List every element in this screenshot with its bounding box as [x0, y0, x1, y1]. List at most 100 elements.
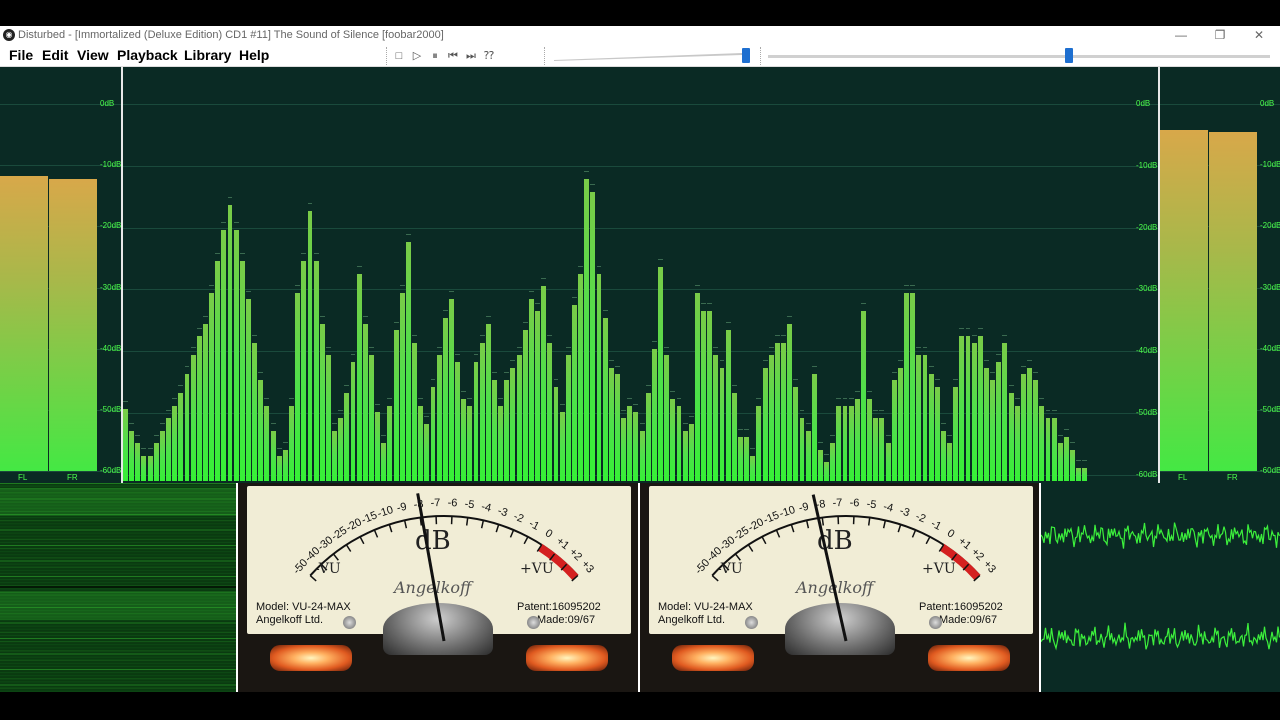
spectrum-bar	[172, 405, 178, 481]
spectrum-peak	[916, 347, 922, 349]
spectrum-bar	[129, 430, 135, 481]
spectrum-peak	[694, 284, 700, 286]
spectrogram-row	[0, 650, 236, 652]
spectrum-peak	[246, 290, 251, 292]
spectrogram-canvas	[0, 483, 236, 692]
spectrum-peak	[1014, 397, 1020, 399]
volume-thumb[interactable]	[742, 48, 750, 63]
spectrum-peak	[528, 290, 534, 292]
spectrogram-row	[0, 582, 236, 584]
spectrum-peak	[282, 441, 288, 443]
pause-icon[interactable]: ⏸	[428, 49, 442, 63]
peak-meter-right: 0dB -10dB -20dB -30dB -40dB -50dB -60dB FL FR	[1160, 67, 1280, 483]
spectrum-bar	[1057, 443, 1063, 481]
minimize-button[interactable]: —	[1166, 27, 1196, 44]
close-button[interactable]: ✕	[1244, 27, 1274, 44]
spectrum-bar	[553, 386, 559, 481]
spectrum-bar	[990, 380, 996, 481]
spectrum-bar	[688, 424, 694, 481]
volume-slider[interactable]	[552, 45, 752, 66]
db-label: -60dB	[1260, 466, 1280, 475]
spectrum-bar	[910, 292, 916, 481]
spectrum-peak	[1039, 397, 1045, 399]
spectrum-peak	[762, 359, 768, 361]
play-icon[interactable]: ▷	[410, 49, 424, 63]
spectrum-bar	[885, 443, 891, 481]
spectrum-peak	[830, 435, 836, 437]
previous-icon[interactable]: ⏮	[446, 49, 460, 63]
channel-label: FR	[67, 473, 78, 482]
spectrum-peak	[928, 366, 934, 368]
spectrum-peak	[873, 410, 879, 412]
spectrogram-row	[0, 563, 236, 565]
spectrum-bar	[252, 342, 258, 481]
db-label: 0dB	[1136, 99, 1151, 108]
spectrum-peak	[676, 397, 682, 399]
spectrogram-row	[0, 638, 236, 639]
spectrum-bar	[1045, 418, 1051, 481]
spectrum-bar	[602, 317, 608, 481]
spectrum-bar	[584, 179, 590, 481]
menu-view[interactable]: View	[77, 47, 109, 63]
channel-level-bar	[1160, 129, 1208, 471]
spectrum-peak	[645, 385, 651, 387]
spectrum-bar	[184, 374, 190, 481]
db-label: 0dB	[1260, 99, 1275, 108]
db-label: -50dB	[1136, 407, 1158, 417]
spectrum-bar	[799, 418, 805, 481]
spectrum-peak	[1033, 372, 1039, 374]
channel-level-bar	[49, 179, 97, 471]
spectrum-peak	[559, 403, 565, 405]
spectrum-bar	[461, 399, 467, 481]
spectrum-bar	[510, 367, 516, 481]
waveform-trace	[1040, 622, 1280, 651]
spectrum-bar	[227, 204, 233, 481]
spectrum-peak	[338, 410, 344, 412]
db-label: -60dB	[1136, 469, 1158, 479]
stop-icon[interactable]: □	[392, 49, 406, 63]
seek-bar[interactable]	[768, 45, 1270, 66]
spectrum-peak	[959, 328, 965, 330]
spectrogram-row	[0, 628, 236, 630]
spectrum-bar	[559, 411, 565, 481]
spectrum-peak	[381, 435, 387, 437]
spectrogram-row	[0, 572, 236, 574]
random-icon[interactable]: ⁇	[482, 49, 496, 63]
menu-file[interactable]: File	[9, 47, 33, 63]
spectrum-peak	[584, 171, 590, 173]
spectrogram-row	[0, 569, 236, 571]
db-label: -10dB	[100, 160, 121, 170]
spectrum-bar	[879, 418, 885, 481]
menu-library[interactable]: Library	[184, 47, 231, 63]
spectrum-peak	[289, 397, 294, 399]
menu-edit[interactable]: Edit	[42, 47, 68, 63]
spectrum-peak	[996, 353, 1002, 355]
menu-help[interactable]: Help	[239, 47, 269, 63]
maximize-button[interactable]: ❐	[1205, 27, 1235, 44]
spectrogram-row	[0, 520, 236, 522]
spectrum-peak	[891, 372, 897, 374]
spectrum-peak	[375, 403, 381, 405]
spectrum-bar	[1051, 418, 1057, 481]
spectrum-bar	[768, 355, 774, 481]
spectrum-bar	[725, 330, 731, 481]
seek-thumb[interactable]	[1065, 48, 1074, 63]
spectrum-peak	[984, 359, 989, 361]
spectrogram-row	[0, 656, 236, 658]
menu-playback[interactable]: Playback	[117, 47, 178, 63]
foobar-icon[interactable]: ◉	[3, 29, 15, 41]
spectrum-peak	[602, 309, 608, 311]
spectrogram-row	[0, 665, 236, 667]
spectrum-peak	[965, 328, 971, 330]
spectrum-peak	[787, 315, 793, 317]
spectrum-peak	[270, 422, 276, 424]
next-icon[interactable]: ⏭	[464, 49, 478, 63]
spectrum-peak	[688, 416, 694, 418]
spectrum-peak	[793, 378, 799, 380]
db-label: -20dB	[1136, 222, 1158, 232]
spectrum-bar	[430, 386, 436, 481]
spectrum-bar	[621, 418, 627, 481]
db-label: -30dB	[1260, 282, 1280, 292]
spectrum-bar	[369, 355, 374, 481]
spectrum-peak	[738, 429, 743, 431]
